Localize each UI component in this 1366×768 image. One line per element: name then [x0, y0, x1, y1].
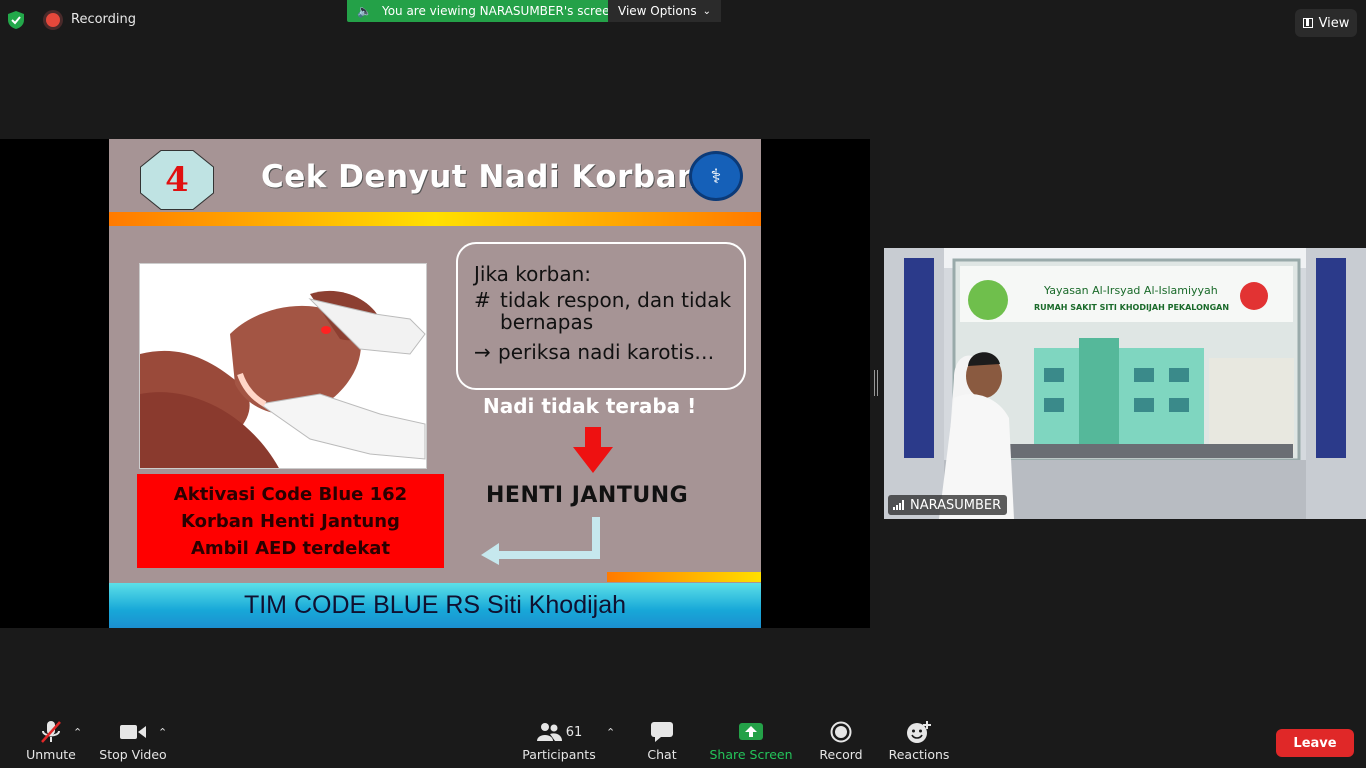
info-line-2: # tidak respon, dan tidak [474, 288, 744, 312]
view-button-label: View [1318, 15, 1350, 31]
chat-label: Chat [647, 747, 677, 762]
view-options-label: View Options [618, 4, 697, 18]
svg-text:Yayasan Al-Irsyad Al-Islamiyya: Yayasan Al-Irsyad Al-Islamiyyah [1043, 284, 1218, 297]
record-button[interactable]: Record [815, 716, 867, 768]
gradient-stripe-top [109, 212, 761, 226]
code-blue-logo-icon: ⚕ [689, 151, 743, 201]
reactions-button[interactable]: Reactions [886, 716, 952, 768]
stop-video-label: Stop Video [99, 747, 167, 762]
gradient-stripe-bottom [607, 572, 761, 582]
presentation-slide: 4 Cek Denyut Nadi Korban ⚕ Aktivasi Code… [109, 139, 761, 628]
view-options-button[interactable]: View Options ⌄ [608, 0, 721, 22]
participants-count: 61 [565, 724, 583, 740]
unmute-button[interactable]: Unmute [22, 716, 80, 768]
pulse-check-illustration [139, 263, 427, 469]
code-blue-action-box: Aktivasi Code Blue 162 Korban Henti Jant… [137, 474, 444, 568]
view-button[interactable]: View [1295, 9, 1357, 37]
share-screen-label: Share Screen [709, 747, 793, 762]
recording-indicator-icon[interactable] [46, 13, 60, 27]
reactions-emoji-icon [905, 720, 933, 744]
step-number-badge: 4 [141, 151, 213, 209]
video-feed: Yayasan Al-Irsyad Al-Islamiyyah RUMAH SA… [884, 248, 1366, 519]
security-shield-icon[interactable] [8, 11, 24, 29]
share-screen-button[interactable]: Share Screen [706, 716, 796, 768]
slide-title: Cek Denyut Nadi Korban [261, 159, 700, 195]
meeting-toolbar: Unmute ⌃ Stop Video ⌃ 61 Participants ⌃ [0, 716, 1366, 768]
microphone-muted-icon [37, 720, 65, 744]
share-screen-icon [737, 720, 765, 744]
record-label: Record [819, 747, 863, 762]
chevron-down-icon: ⌄ [702, 5, 711, 17]
leave-button[interactable]: Leave [1276, 729, 1354, 757]
shared-screen: 4 Cek Denyut Nadi Korban ⚕ Aktivasi Code… [0, 139, 870, 628]
info-line-4: → periksa nadi karotis… [474, 340, 744, 364]
action-line-3: Ambil AED terdekat [190, 537, 391, 559]
participant-video-tile[interactable]: Yayasan Al-Irsyad Al-Islamiyyah RUMAH SA… [884, 248, 1366, 519]
speaker-icon: 🔈 [357, 4, 372, 18]
participants-options-caret-icon[interactable]: ⌃ [606, 726, 615, 739]
info-line-4-text: periksa nadi karotis… [498, 340, 715, 364]
pulse-absent-text: Nadi tidak teraba ! [483, 394, 697, 418]
arrow-right-icon: → [474, 340, 491, 364]
arrow-down-icon [573, 427, 613, 473]
slide-footer: TIM CODE BLUE RS Siti Khodijah [109, 583, 761, 628]
info-line-3: bernapas [500, 310, 594, 334]
stop-video-button[interactable]: Stop Video [98, 716, 168, 768]
viewing-screen-text: You are viewing NARASUMBER's screen [381, 4, 618, 18]
panel-resize-handle[interactable] [874, 370, 878, 396]
reactions-label: Reactions [888, 747, 950, 762]
action-line-2: Korban Henti Jantung [181, 510, 400, 532]
audio-options-caret-icon[interactable]: ⌃ [73, 726, 82, 739]
action-line-1: Aktivasi Code Blue 162 [173, 483, 408, 505]
unmute-label: Unmute [26, 747, 76, 762]
top-bar: Recording 🔈 You are viewing NARASUMBER's… [0, 0, 1366, 40]
recording-label: Recording [71, 12, 137, 27]
participants-button[interactable]: 61 Participants [520, 716, 598, 768]
participants-icon: 61 [529, 720, 589, 744]
view-layout-icon [1302, 18, 1313, 28]
chat-button[interactable]: Chat [642, 716, 682, 768]
participant-name-label: NARASUMBER [888, 495, 1008, 515]
chat-bubble-icon [648, 720, 676, 744]
signal-strength-icon [893, 500, 904, 510]
viewing-screen-banner: 🔈 You are viewing NARASUMBER's screen [347, 0, 628, 22]
hash-marker: # [474, 288, 491, 312]
return-arrow-icon [481, 517, 600, 565]
info-line-1: Jika korban: [474, 262, 591, 286]
info-line-2-text: tidak respon, dan tidak [500, 288, 732, 312]
record-icon [827, 720, 855, 744]
participant-name: NARASUMBER [910, 497, 1002, 513]
svg-text:RUMAH SAKIT SITI KHODIJAH PEKA: RUMAH SAKIT SITI KHODIJAH PEKALONGAN [1034, 303, 1229, 312]
participants-label: Participants [522, 747, 596, 762]
video-camera-icon [119, 720, 147, 744]
victim-condition-box: Jika korban: # tidak respon, dan tidak b… [456, 242, 746, 390]
cardiac-arrest-text: HENTI JANTUNG [486, 483, 689, 508]
video-options-caret-icon[interactable]: ⌃ [158, 726, 167, 739]
